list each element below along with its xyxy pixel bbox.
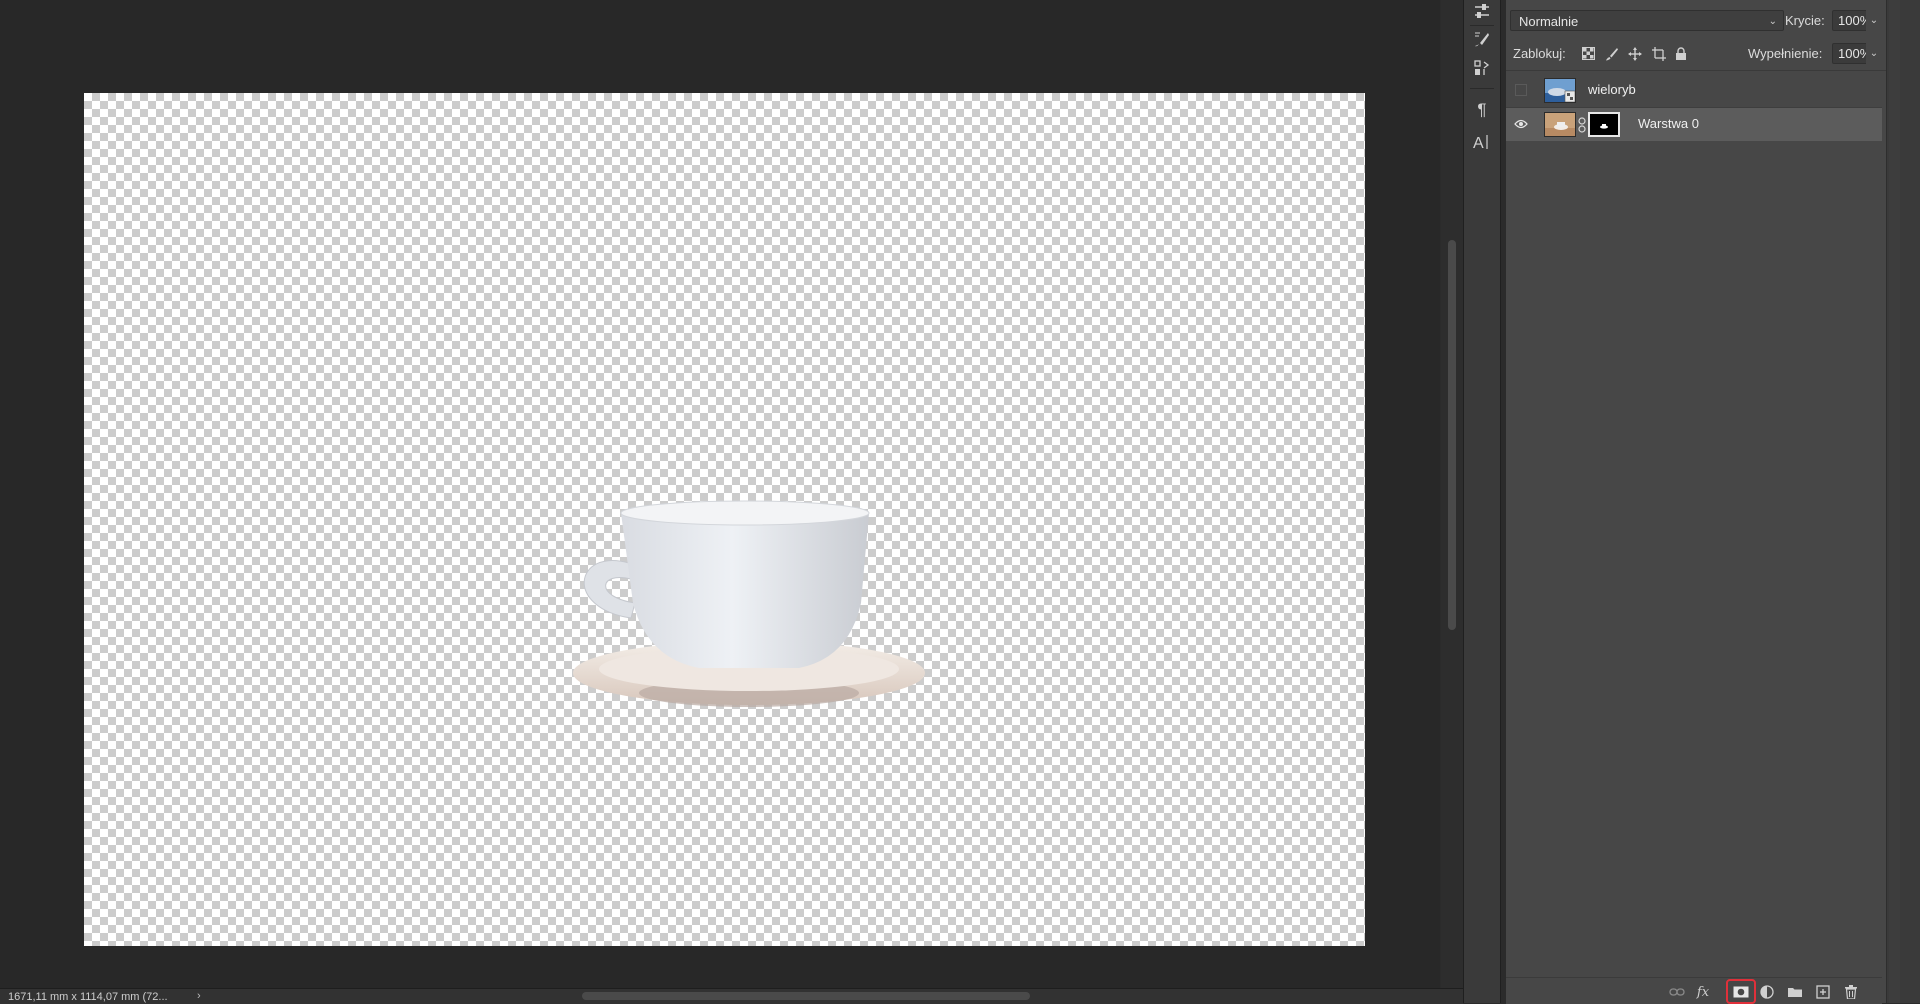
opacity-label: Krycie: bbox=[1785, 13, 1825, 28]
layers-panel-footer: fx bbox=[1506, 977, 1882, 1004]
lock-transparent-pixels-icon[interactable] bbox=[1580, 45, 1597, 62]
character-icon[interactable]: A bbox=[1471, 131, 1493, 153]
lock-image-pixels-icon[interactable] bbox=[1603, 45, 1620, 62]
horizontal-scrollbar-thumb[interactable] bbox=[582, 992, 1030, 1000]
delete-layer-icon[interactable] bbox=[1842, 983, 1860, 1001]
status-bar: 1671,11 mm x 1114,07 mm (72... › bbox=[0, 988, 1463, 1004]
layer-row-selected[interactable]: Warstwa 0 bbox=[1506, 108, 1882, 141]
lock-all-icon[interactable] bbox=[1672, 45, 1689, 62]
blend-mode-value: Normalnie bbox=[1519, 14, 1579, 29]
layer-visibility-toggle[interactable] bbox=[1514, 83, 1528, 97]
lock-artboard-icon[interactable] bbox=[1650, 45, 1667, 62]
layer-name: wieloryb bbox=[1588, 82, 1636, 97]
fill-chevron-down-icon[interactable]: ⌄ bbox=[1866, 43, 1882, 64]
paragraph-icon[interactable]: ¶ bbox=[1471, 99, 1493, 121]
layer-row[interactable]: wieloryb bbox=[1506, 74, 1882, 107]
vertical-scrollbar[interactable] bbox=[1441, 0, 1463, 988]
fill-label: Wypełnienie: bbox=[1748, 46, 1823, 61]
status-menu-chevron-icon[interactable]: › bbox=[197, 989, 201, 1003]
link-layers-icon[interactable] bbox=[1668, 983, 1686, 1001]
document-canvas[interactable] bbox=[84, 93, 1365, 946]
adjustment-layer-icon[interactable] bbox=[1758, 983, 1776, 1001]
vertical-scrollbar-thumb[interactable] bbox=[1448, 240, 1456, 630]
eye-icon[interactable] bbox=[1514, 117, 1528, 131]
new-layer-icon[interactable] bbox=[1814, 983, 1832, 1001]
layer-name: Warstwa 0 bbox=[1638, 116, 1699, 131]
svg-text:A: A bbox=[1473, 135, 1484, 151]
opacity-chevron-down-icon[interactable]: ⌄ bbox=[1866, 10, 1882, 31]
chevron-down-icon: ⌄ bbox=[1768, 16, 1777, 27]
adjustments-icon[interactable] bbox=[1471, 0, 1493, 22]
lock-label: Zablokuj: bbox=[1513, 46, 1566, 61]
clone-source-icon[interactable] bbox=[1471, 57, 1493, 79]
document-dimensions: 1671,11 mm x 1114,07 mm (72... bbox=[8, 991, 168, 1003]
lock-position-icon[interactable] bbox=[1626, 45, 1643, 62]
document-window[interactable] bbox=[0, 0, 1440, 988]
layer-thumbnail[interactable] bbox=[1544, 78, 1576, 103]
blend-mode-select[interactable]: Normalnie ⌄ bbox=[1510, 10, 1784, 31]
fx-icon[interactable]: fx bbox=[1694, 983, 1712, 1001]
layers-panel-scrollbar[interactable] bbox=[1889, 0, 1900, 1003]
coffee-cup-image bbox=[573, 500, 925, 707]
collapsed-panels-column: ¶ A bbox=[1463, 0, 1501, 1003]
brush-settings-icon[interactable] bbox=[1471, 28, 1493, 50]
layer-mask-thumbnail[interactable] bbox=[1588, 112, 1620, 137]
layer-thumbnail[interactable] bbox=[1544, 112, 1576, 137]
layers-panel: Normalnie ⌄ Krycie: 100% ⌄ Zablokuj: Wyp… bbox=[1506, 0, 1886, 1004]
link-icon[interactable] bbox=[1578, 117, 1586, 133]
new-group-icon[interactable] bbox=[1786, 983, 1804, 1001]
add-mask-icon[interactable] bbox=[1732, 983, 1750, 1001]
